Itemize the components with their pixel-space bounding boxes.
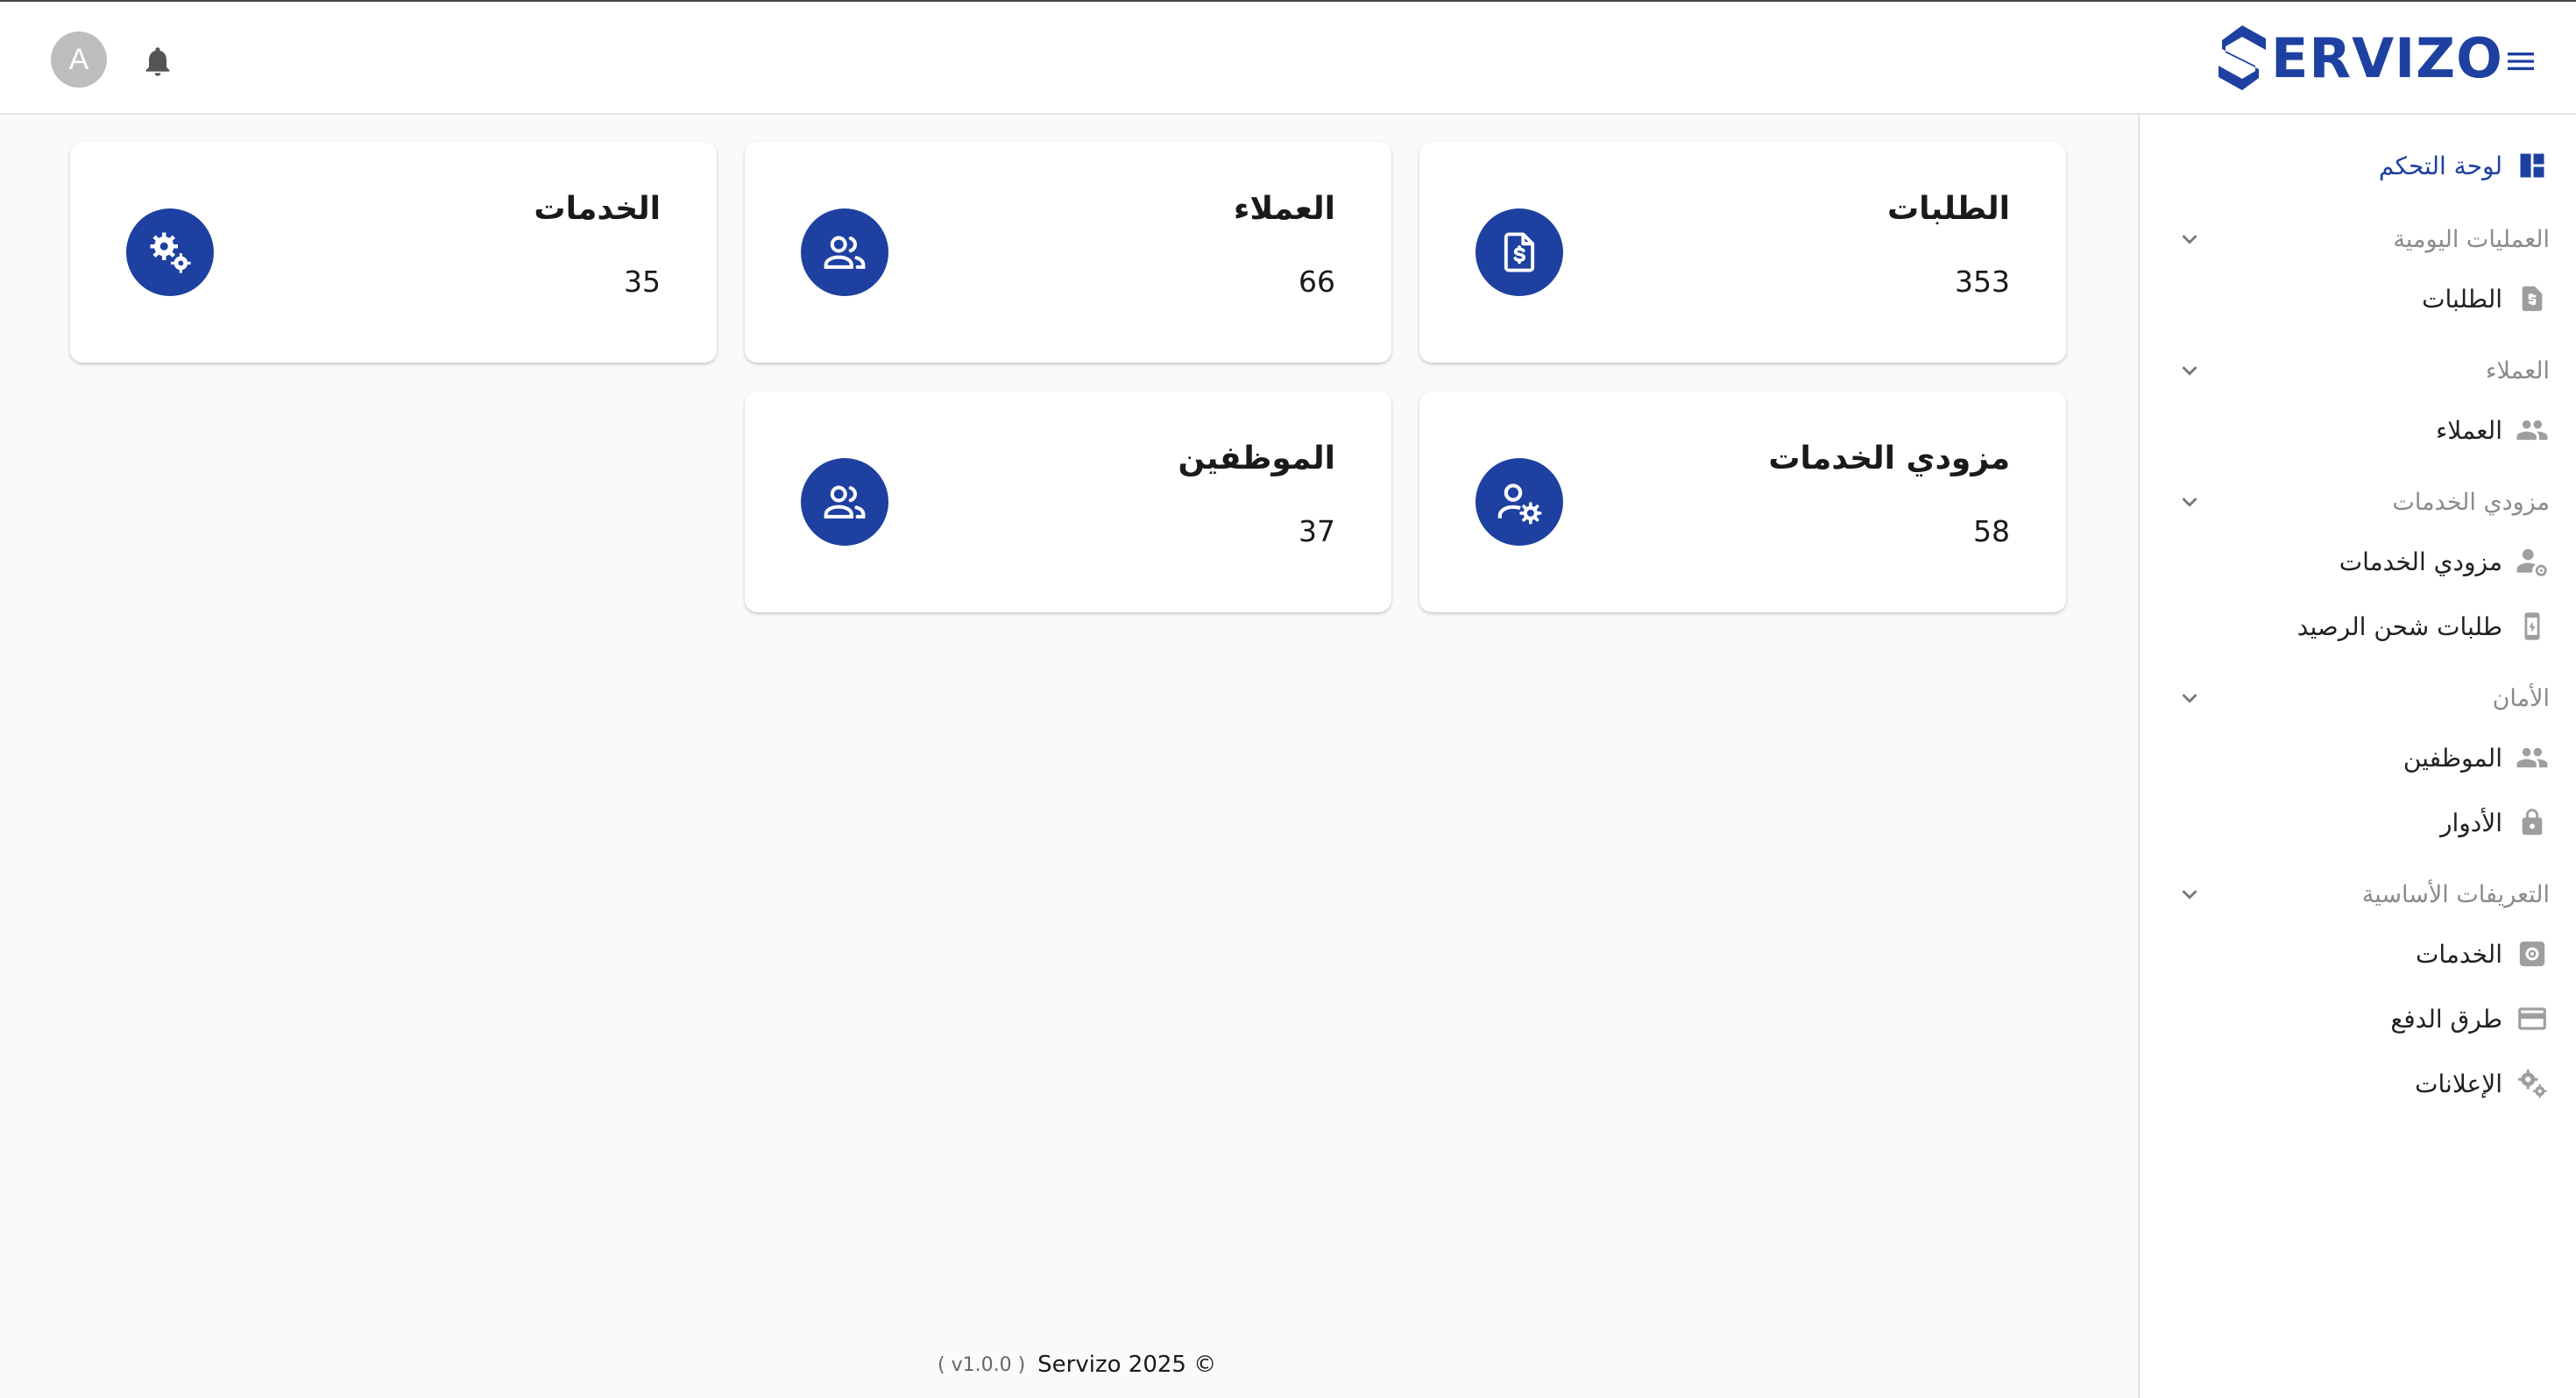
section-service-providers[interactable]: مزودي الخدمات bbox=[2175, 477, 2550, 526]
sidebar-item-orders[interactable]: الطلبات bbox=[2422, 272, 2550, 325]
chevron-down-icon bbox=[2182, 694, 2197, 703]
sidebar-item-label: الإعلانات bbox=[2415, 1069, 2502, 1098]
lock-icon bbox=[2515, 805, 2550, 840]
settings-box-icon bbox=[2515, 936, 2550, 971]
footer: ( v1.0.0 ) Servizo 2025 © bbox=[938, 1347, 1216, 1382]
users-icon bbox=[2515, 413, 2550, 448]
card-title: العملاء bbox=[1233, 191, 1335, 227]
chevron-down-icon bbox=[2182, 498, 2197, 507]
section-label: التعريفات الأساسية bbox=[2361, 880, 2550, 908]
section-basic-definitions[interactable]: التعريفات الأساسية bbox=[2175, 870, 2550, 919]
section-label: العملاء bbox=[2485, 357, 2550, 385]
sidebar-item-label: الأدوار bbox=[2439, 808, 2502, 837]
card-value: 66 bbox=[1299, 265, 1335, 299]
top-app-bar: A ERVIZO bbox=[0, 0, 2576, 115]
card-title: الطلبات bbox=[1886, 191, 2010, 227]
section-label: مزودي الخدمات bbox=[2392, 488, 2550, 516]
credit-card-icon bbox=[2515, 1001, 2550, 1036]
sidebar-nav: لوحة التحكم العمليات اليومية الطلبات الع… bbox=[2138, 115, 2576, 1398]
section-daily-operations[interactable]: العمليات اليومية bbox=[2175, 215, 2550, 264]
card-value: 353 bbox=[1955, 265, 2010, 299]
sidebar-item-customers[interactable]: العملاء bbox=[2436, 404, 2550, 456]
sidebar-item-payment-methods[interactable]: طرق الدفع bbox=[2390, 992, 2550, 1045]
card-title: مزودي الخدمات bbox=[1768, 441, 2010, 477]
sidebar-item-ads[interactable]: الإعلانات bbox=[2415, 1057, 2550, 1110]
section-security[interactable]: الأمان bbox=[2175, 674, 2550, 723]
sidebar-item-employees[interactable]: الموظفين bbox=[2403, 731, 2550, 784]
sidebar-item-label: الموظفين bbox=[2403, 743, 2502, 773]
mobile-charge-icon bbox=[2515, 609, 2550, 644]
section-label: العمليات اليومية bbox=[2393, 225, 2550, 253]
gears-icon bbox=[2515, 1066, 2550, 1101]
hamburger-menu-icon[interactable] bbox=[2502, 44, 2539, 79]
gears-icon bbox=[126, 208, 214, 296]
dashboard-icon bbox=[2515, 148, 2550, 183]
invoice-dollar-icon bbox=[2515, 281, 2550, 316]
card-value: 58 bbox=[1973, 514, 2010, 548]
sidebar-item-label: طرق الدفع bbox=[2390, 1004, 2502, 1034]
section-label: الأمان bbox=[2492, 684, 2550, 712]
stat-card-customers[interactable]: العملاء 66 bbox=[745, 142, 1391, 363]
stat-card-services[interactable]: الخدمات 35 bbox=[70, 142, 717, 363]
card-value: 35 bbox=[624, 265, 661, 299]
sidebar-item-label: مزودي الخدمات bbox=[2339, 547, 2502, 576]
user-gear-icon bbox=[1476, 458, 1563, 546]
stat-card-service-providers[interactable]: مزودي الخدمات 58 bbox=[1419, 392, 2066, 612]
sidebar-item-label: العملاء bbox=[2436, 415, 2502, 445]
bell-icon[interactable] bbox=[140, 44, 175, 79]
stat-card-orders[interactable]: الطلبات 353 bbox=[1419, 142, 2066, 363]
chevron-down-icon bbox=[2182, 366, 2197, 376]
sidebar-item-service-providers[interactable]: مزودي الخدمات bbox=[2339, 535, 2550, 588]
stat-card-employees[interactable]: الموظفين 37 bbox=[745, 392, 1391, 612]
card-value: 37 bbox=[1299, 514, 1335, 548]
sidebar-item-topup-requests[interactable]: طلبات شحن الرصيد bbox=[2297, 600, 2550, 653]
card-title: الخدمات bbox=[534, 191, 661, 227]
sidebar-item-roles[interactable]: الأدوار bbox=[2440, 796, 2550, 849]
sidebar-item-services[interactable]: الخدمات bbox=[2416, 928, 2550, 980]
sidebar-item-label: الخدمات bbox=[2416, 939, 2502, 969]
invoice-dollar-icon bbox=[1476, 208, 1563, 296]
servizo-logo-mark bbox=[2219, 25, 2266, 90]
sidebar-item-label: الطلبات bbox=[2422, 284, 2502, 314]
sidebar-item-label: لوحة التحكم bbox=[2378, 151, 2502, 180]
users-icon bbox=[801, 208, 888, 296]
sidebar-item-dashboard[interactable]: لوحة التحكم bbox=[2379, 139, 2550, 192]
chevron-down-icon bbox=[2182, 235, 2197, 244]
copyright-text: Servizo 2025 © bbox=[1037, 1352, 1217, 1378]
card-title: الموظفين bbox=[1178, 441, 1335, 477]
chevron-down-icon bbox=[2182, 890, 2197, 900]
brand-name: ERVIZO bbox=[2271, 25, 2503, 90]
sidebar-item-label: طلبات شحن الرصيد bbox=[2296, 611, 2502, 641]
app-version: ( v1.0.0 ) bbox=[938, 1353, 1026, 1376]
users-icon bbox=[2515, 740, 2550, 775]
servizo-logo[interactable]: ERVIZO bbox=[2215, 23, 2503, 93]
user-avatar[interactable]: A bbox=[51, 32, 107, 88]
users-icon bbox=[801, 458, 888, 546]
section-customers[interactable]: العملاء bbox=[2175, 346, 2550, 395]
user-gear-icon bbox=[2515, 544, 2550, 579]
